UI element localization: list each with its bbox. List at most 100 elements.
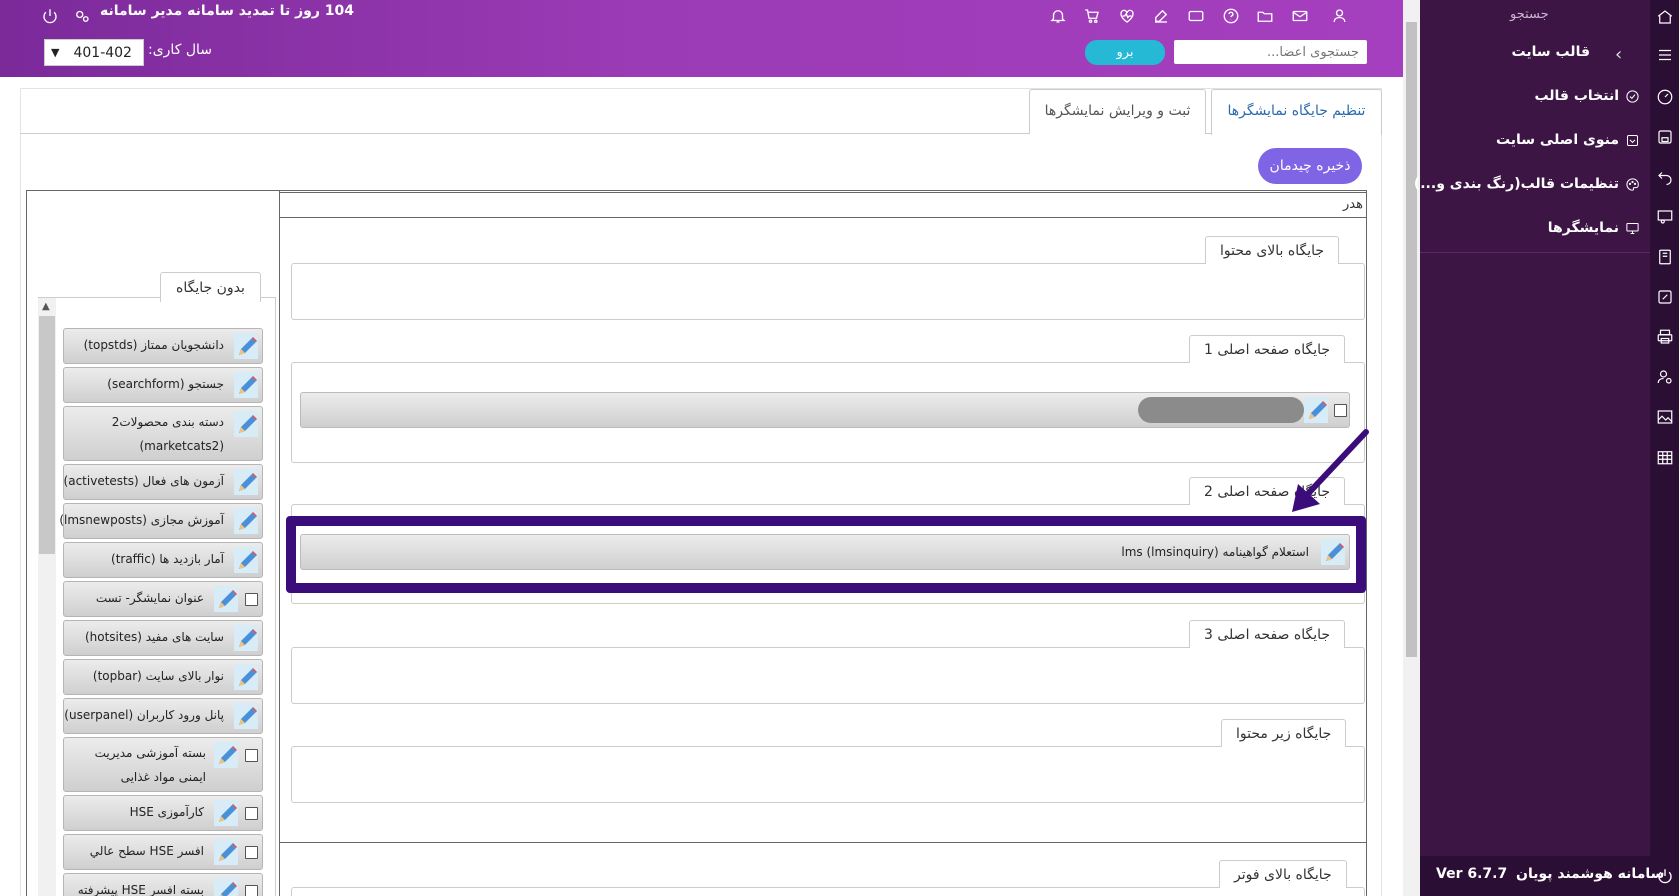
page-scrollbar[interactable] (1403, 0, 1420, 896)
list-item[interactable]: پانل ورود کاربران (userpanel) (63, 698, 263, 734)
chevron-up-icon[interactable]: ▲ (42, 302, 50, 312)
bell-icon[interactable] (1048, 6, 1068, 26)
save-layout-button[interactable]: ذخیره چیدمان (1258, 148, 1362, 184)
list-item[interactable]: آزمون های فعال (activetests) (63, 464, 263, 500)
save-disk-icon[interactable] (1656, 128, 1674, 146)
year-select-value: 401-402 (73, 44, 132, 61)
folder-icon[interactable] (1255, 6, 1275, 26)
hamburger-icon[interactable] (1656, 46, 1674, 64)
pencil-icon[interactable] (234, 333, 258, 359)
sidebar-iconbar (1650, 0, 1679, 896)
year-label: سال کاری: (148, 42, 212, 58)
zone-above-footer[interactable] (291, 887, 1365, 896)
list-item[interactable]: دانشجویان ممتاز (topstds) (63, 328, 263, 364)
sidebar-item-main-menu[interactable]: منوی اصلی سایت (1496, 132, 1640, 148)
presentation-icon[interactable] (1656, 208, 1674, 226)
list-item[interactable]: آموزش مجازی (lmsnewposts) (59, 503, 263, 539)
image-gallery-icon[interactable] (1656, 408, 1674, 426)
sidebar: جستجو قالب سایت ‹ انتخاب قالب منوی اصلی … (1414, 0, 1650, 896)
palette-icon (1625, 177, 1640, 192)
top-header: 104 روز تا تمدید سامانه مدیر سامانه ▼ 40… (0, 0, 1403, 77)
pencil-icon[interactable] (234, 664, 258, 690)
pencil-icon[interactable] (234, 625, 258, 651)
tab-unassigned[interactable]: بدون جایگاه (160, 272, 261, 302)
list-item[interactable]: دسته بندی محصولات2 (marketcats2) (63, 406, 263, 461)
users-icon[interactable] (1331, 6, 1351, 26)
tab-widget-positions[interactable]: تنظیم جایگاه نمایشگرها (1211, 89, 1382, 135)
zone-tab-main-1[interactable]: جایگاه صفحه اصلی 1 (1189, 335, 1346, 363)
home-icon[interactable] (1656, 8, 1674, 26)
go-button[interactable]: برو (1085, 40, 1165, 65)
sidebar-item-template-settings[interactable]: تنظیمات قالب(رنگ بندی و...) (1414, 176, 1640, 192)
zone-above-content[interactable] (291, 263, 1365, 320)
pencil-icon[interactable] (214, 839, 238, 865)
check-circle-icon (1625, 89, 1640, 104)
power-icon[interactable] (40, 6, 60, 26)
search-input[interactable] (1174, 40, 1367, 64)
pencil-icon[interactable] (214, 878, 238, 896)
sidebar-search-label[interactable]: جستجو (1510, 7, 1549, 22)
printer-icon[interactable] (1656, 328, 1674, 346)
pencil-icon[interactable] (1304, 397, 1328, 423)
sidebar-item-widgets[interactable]: نمایشگرها (1548, 220, 1640, 236)
list-item[interactable]: افسر HSE سطح عالي (63, 834, 263, 870)
chevron-left-icon[interactable]: ‹ (1615, 44, 1622, 65)
undo-icon[interactable] (1656, 168, 1674, 186)
user-settings-icon[interactable] (1656, 368, 1674, 386)
widget-checkbox[interactable] (245, 885, 258, 896)
pencil-icon[interactable] (234, 547, 258, 573)
list-item[interactable]: آمار بازدید ها (traffic) (63, 542, 263, 578)
list-item[interactable]: سایت های مفید (hotsites) (63, 620, 263, 656)
edit-icon[interactable] (1151, 6, 1171, 26)
unassigned-scrollbar[interactable]: ▲ (38, 298, 56, 896)
arrow-annotation (1292, 429, 1369, 512)
renewal-notice: 104 روز تا تمدید سامانه مدیر سامانه (100, 3, 354, 19)
gears-icon[interactable] (72, 6, 92, 26)
zone-tab-above-content[interactable]: جایگاه بالای محتوا (1205, 236, 1340, 264)
list-item[interactable]: عنوان نمایشگر- تست (63, 581, 263, 617)
book-icon[interactable] (1656, 248, 1674, 266)
cart-icon[interactable] (1082, 6, 1102, 26)
pencil-icon[interactable] (234, 703, 258, 729)
dashboard-icon[interactable] (1656, 88, 1674, 106)
ticket-icon[interactable] (1186, 6, 1206, 26)
year-select[interactable]: ▼ 401-402 (44, 39, 144, 66)
header-band: هدر (280, 192, 1367, 218)
widget-checkbox[interactable] (245, 846, 258, 859)
pencil-icon[interactable] (234, 508, 258, 534)
list-item[interactable]: کارآموزی HSE (63, 795, 263, 831)
header-band-label: هدر (1343, 197, 1363, 212)
heart-pulse-icon[interactable] (1117, 6, 1137, 26)
widget-checkbox[interactable] (1334, 404, 1347, 417)
pencil-icon[interactable] (214, 586, 238, 612)
list-item[interactable]: نوار بالای سایت (topbar) (63, 659, 263, 695)
highlight-annotation (286, 516, 1366, 593)
widget-checkbox[interactable] (245, 807, 258, 820)
calendar-icon[interactable] (1656, 448, 1674, 466)
zone-tab-below-content[interactable]: جایگاه زیر محتوا (1221, 719, 1347, 747)
zone-tab-above-footer[interactable]: جایگاه بالای فوتر (1219, 860, 1347, 888)
zone-tab-main-3[interactable]: جایگاه صفحه اصلی 3 (1189, 620, 1346, 648)
help-icon[interactable] (1221, 6, 1241, 26)
sidebar-section-title[interactable]: قالب سایت (1512, 44, 1590, 60)
widget-row[interactable] (300, 392, 1350, 428)
mail-icon[interactable] (1290, 6, 1310, 26)
note-edit-icon[interactable] (1656, 288, 1674, 306)
zone-main-3[interactable] (291, 647, 1365, 704)
zone-below-content[interactable] (291, 746, 1365, 803)
list-item[interactable]: بسته آموزشی مدیریت ایمنی مواد غذایی (63, 737, 263, 792)
pencil-icon[interactable] (214, 800, 238, 826)
list-item[interactable]: جستجو (searchform) (63, 367, 263, 403)
board-divider (279, 190, 280, 896)
product-name: سامانه هوشمند پویان (1516, 866, 1665, 882)
version-label: Ver 6.7.7 (1436, 866, 1508, 882)
sidebar-footer: Ver 6.7.7 سامانه هوشمند پویان (1420, 856, 1679, 896)
power-icon[interactable] (1656, 867, 1674, 885)
pencil-icon[interactable] (234, 469, 258, 495)
list-item[interactable]: بسته افسر HSE پیشرفته (63, 873, 263, 896)
sidebar-item-select-template[interactable]: انتخاب قالب (1534, 88, 1640, 104)
monitor-icon (1625, 221, 1640, 236)
pencil-icon[interactable] (234, 372, 258, 398)
widget-checkbox[interactable] (245, 593, 258, 606)
tab-edit-widgets[interactable]: ثبت و ویرایش نمایشگرها (1029, 89, 1206, 134)
